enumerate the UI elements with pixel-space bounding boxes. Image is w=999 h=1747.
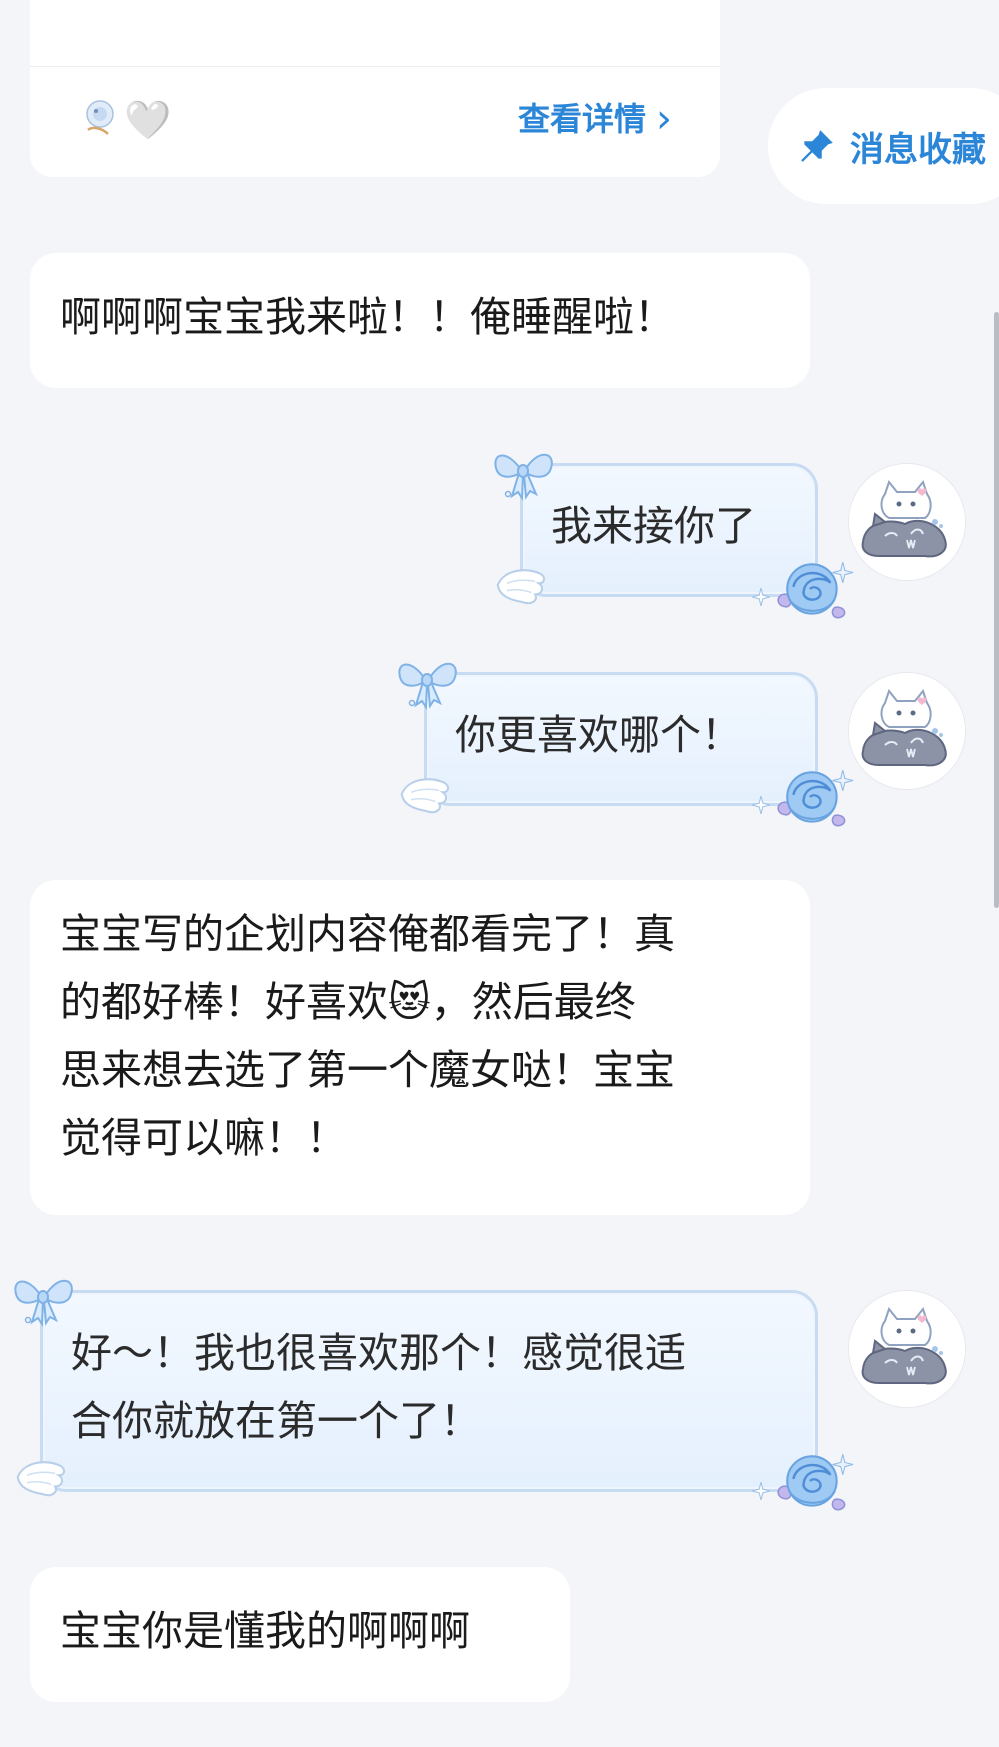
message-favorites-button[interactable]: 消息收藏 [768,88,999,204]
message-bubble-sent[interactable]: 我来接你了 [520,463,818,597]
avatar[interactable] [848,463,966,581]
message-text-line: 的都好棒！好喜欢😻，然后最终 [60,978,636,1026]
chevron-right-icon: › [656,96,672,142]
sticker-emoji-icon [86,100,114,135]
message-text-line: 觉得可以嘛！！ [60,1114,347,1162]
message-bubble-received[interactable]: 啊啊啊宝宝我来啦！！俺睡醒啦！ [30,253,810,388]
shared-card: 🤍 查看详情 › [30,0,720,177]
message-text: 宝宝你是懂我的啊啊啊 [60,1607,470,1655]
white-heart-icon: 🤍 [124,98,172,142]
card-divider [30,66,720,67]
message-bubble-sent[interactable]: 你更喜欢哪个！ [424,672,818,806]
message-favorites-label: 消息收藏 [850,129,986,170]
message-bubble-received[interactable]: 宝宝写的企划内容俺都看完了！真 的都好棒！好喜欢😻，然后最终 思来想去选了第一个… [30,880,810,1215]
message-bubble-received[interactable]: 宝宝你是懂我的啊啊啊 [30,1567,570,1702]
avatar[interactable] [848,1290,966,1408]
message-text: 啊啊啊宝宝我来啦！！俺睡醒啦！ [60,293,675,341]
cat-avatar-icon [849,673,966,790]
message-text: 你更喜欢哪个！ [455,711,742,759]
message-text-line: 宝宝写的企划内容俺都看完了！真 [60,910,675,958]
message-bubble-sent[interactable]: 好～！我也很喜欢那个！感觉很适 合你就放在第一个了！ [40,1290,818,1492]
view-details-label: 查看详情 [517,100,646,138]
cat-avatar-icon [849,464,966,581]
message-text: 我来接你了 [551,502,756,550]
scrollbar[interactable] [994,312,999,908]
avatar[interactable] [848,672,966,790]
cat-avatar-icon [849,1291,966,1408]
pin-icon [801,130,833,162]
view-details-link[interactable]: 查看详情 › [518,98,672,140]
message-text-line: 合你就放在第一个了！ [71,1397,481,1445]
message-text-line: 思来想去选了第一个魔女哒！宝宝 [60,1046,675,1094]
message-text-line: 好～！我也很喜欢那个！感觉很适 [71,1329,686,1377]
